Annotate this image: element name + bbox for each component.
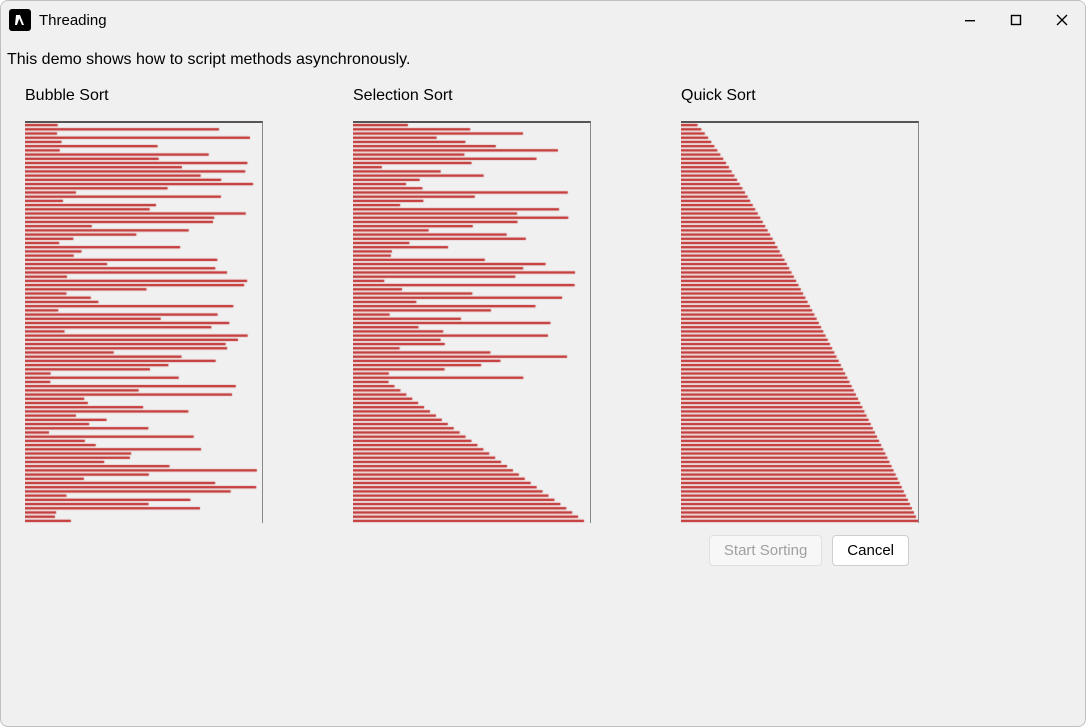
sort-panel: Quick Sort <box>681 87 919 523</box>
panel-label: Bubble Sort <box>25 87 263 105</box>
sort-panel: Selection Sort <box>353 87 591 523</box>
app-window: Threading This demo shows how to script … <box>0 0 1086 727</box>
sort-panels: Bubble Sort Selection Sort Quick Sort <box>7 87 1079 523</box>
minimize-icon <box>964 14 976 26</box>
sort-panel: Bubble Sort <box>25 87 263 523</box>
button-row: Start Sorting Cancel <box>7 523 1079 566</box>
minimize-button[interactable] <box>947 1 993 39</box>
window-title: Threading <box>39 12 107 29</box>
panel-label: Selection Sort <box>353 87 591 105</box>
sort-canvas <box>681 123 918 523</box>
close-button[interactable] <box>1039 1 1085 39</box>
sort-canvas <box>25 123 262 523</box>
description-text: This demo shows how to script methods as… <box>7 51 1079 69</box>
panel-frame <box>25 121 263 523</box>
panel-frame <box>353 121 591 523</box>
close-icon <box>1056 14 1068 26</box>
maximize-button[interactable] <box>993 1 1039 39</box>
panel-label: Quick Sort <box>681 87 919 105</box>
maximize-icon <box>1010 14 1022 26</box>
titlebar: Threading <box>1 1 1085 39</box>
cancel-button[interactable]: Cancel <box>832 535 909 566</box>
app-icon <box>9 9 31 31</box>
lambda-icon <box>13 13 27 27</box>
content-area: This demo shows how to script methods as… <box>1 39 1085 726</box>
start-sorting-button[interactable]: Start Sorting <box>709 535 822 566</box>
sort-canvas <box>353 123 590 523</box>
panel-frame <box>681 121 919 523</box>
